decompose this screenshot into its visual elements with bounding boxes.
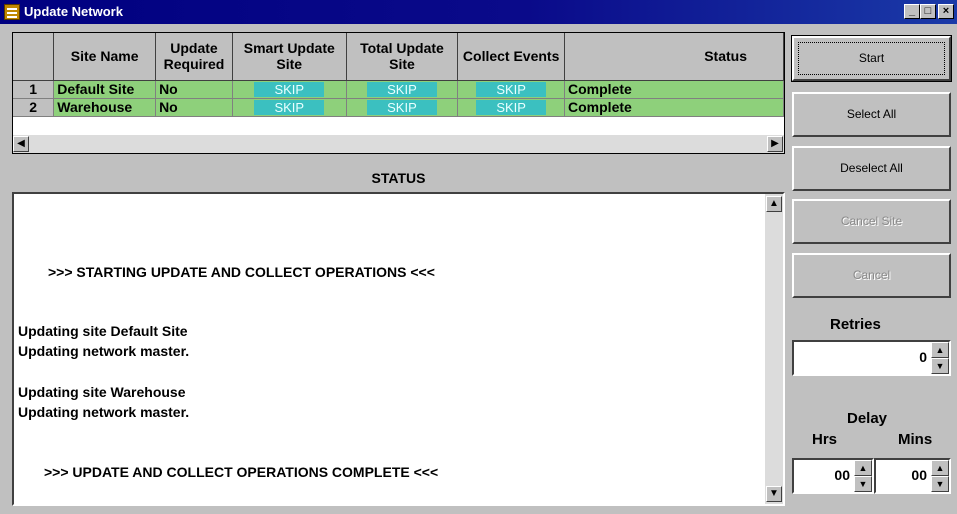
vertical-scrollbar[interactable]: ▲ ▼ [765, 194, 783, 504]
table-row[interactable]: 1 Default Site No SKIP SKIP SKIP Complet… [13, 80, 784, 99]
skip-button[interactable]: SKIP [366, 99, 437, 115]
decrement-icon[interactable]: ▼ [931, 358, 949, 374]
increment-icon[interactable]: ▲ [854, 460, 872, 476]
maximize-button[interactable]: □ [920, 4, 936, 19]
hrs-label: Hrs [812, 431, 838, 448]
sites-grid: Site Name Update Required Smart Update S… [12, 32, 785, 154]
status-cell[interactable]: Complete [564, 98, 784, 117]
window-title: Update Network [24, 4, 123, 19]
log-line: Updating network master. [18, 343, 190, 359]
log-line: >>> UPDATE AND COLLECT OPERATIONS COMPLE… [44, 464, 439, 480]
header-collect-events[interactable]: Collect Events [457, 33, 566, 81]
minimize-button[interactable]: _ [904, 4, 920, 19]
header-total-update[interactable]: Total Update Site [346, 33, 459, 81]
table-row[interactable]: 2 Warehouse No SKIP SKIP SKIP Complete [13, 98, 784, 117]
header-site-name[interactable]: Site Name [53, 33, 157, 81]
mins-label: Mins [898, 431, 933, 448]
retries-spinner[interactable]: 0 ▲ ▼ [792, 340, 951, 376]
skip-button[interactable]: SKIP [254, 81, 325, 97]
site-name-cell[interactable]: Warehouse [53, 98, 157, 117]
header-status[interactable]: Status [564, 33, 784, 81]
cancel-site-button[interactable]: Cancel Site [792, 199, 951, 244]
grid-header-row: Site Name Update Required Smart Update S… [13, 33, 784, 81]
skip-button[interactable]: SKIP [476, 99, 547, 115]
row-number[interactable]: 2 [13, 98, 55, 117]
total-update-cell[interactable]: SKIP [346, 80, 459, 99]
row-number[interactable]: 1 [13, 80, 55, 99]
header-smart-update[interactable]: Smart Update Site [232, 33, 347, 81]
scroll-left-icon[interactable]: ◀ [13, 136, 29, 152]
skip-button[interactable]: SKIP [366, 81, 437, 97]
update-required-cell[interactable]: No [155, 80, 233, 99]
minutes-value[interactable]: 00 [911, 467, 927, 483]
scroll-up-icon[interactable]: ▲ [766, 196, 782, 212]
log-line: Updating site Default Site [18, 323, 188, 339]
collect-events-cell[interactable]: SKIP [457, 98, 566, 117]
decrement-icon[interactable]: ▼ [931, 476, 949, 492]
update-network-window: Update Network _ □ × Site Name Update Re… [0, 0, 957, 514]
close-button[interactable]: × [938, 4, 954, 19]
retries-value[interactable]: 0 [919, 349, 927, 365]
spinner-arrows: ▲ ▼ [931, 342, 949, 374]
increment-icon[interactable]: ▲ [931, 460, 949, 476]
hours-value[interactable]: 00 [834, 467, 850, 483]
smart-update-cell[interactable]: SKIP [232, 98, 347, 117]
increment-icon[interactable]: ▲ [931, 342, 949, 358]
header-update-required[interactable]: Update Required [155, 33, 233, 81]
log-line: Updating network master. [18, 404, 190, 420]
spinner-arrows: ▲ ▼ [854, 460, 872, 492]
status-cell[interactable]: Complete [564, 80, 784, 99]
smart-update-cell[interactable]: SKIP [232, 80, 347, 99]
app-icon [4, 4, 20, 20]
decrement-icon[interactable]: ▼ [854, 476, 872, 492]
scroll-right-icon[interactable]: ▶ [767, 136, 783, 152]
collect-events-cell[interactable]: SKIP [457, 80, 566, 99]
status-heading: STATUS [371, 170, 426, 186]
start-button[interactable]: Start [791, 35, 952, 82]
delay-label: Delay [847, 410, 888, 427]
skip-button[interactable]: SKIP [476, 81, 547, 97]
site-name-cell[interactable]: Default Site [53, 80, 157, 99]
focus-ring [798, 42, 945, 75]
hours-spinner[interactable]: 00 ▲ ▼ [792, 458, 874, 494]
log-line: Updating site Warehouse [18, 384, 186, 400]
retries-label: Retries [830, 316, 881, 333]
horizontal-scrollbar[interactable]: ◀ ▶ [13, 135, 784, 153]
scroll-down-icon[interactable]: ▼ [766, 486, 782, 502]
minutes-spinner[interactable]: 00 ▲ ▼ [874, 458, 951, 494]
skip-button[interactable]: SKIP [254, 99, 325, 115]
update-required-cell[interactable]: No [155, 98, 233, 117]
log-line: >>> STARTING UPDATE AND COLLECT OPERATIO… [48, 264, 435, 280]
title-bar: Update Network _ □ × [0, 0, 957, 24]
deselect-all-button[interactable]: Deselect All [792, 146, 951, 191]
spinner-arrows: ▲ ▼ [931, 460, 949, 492]
select-all-button[interactable]: Select All [792, 92, 951, 137]
cancel-button[interactable]: Cancel [792, 253, 951, 298]
total-update-cell[interactable]: SKIP [346, 98, 459, 117]
corner-header [13, 33, 55, 81]
status-log[interactable]: >>> STARTING UPDATE AND COLLECT OPERATIO… [12, 192, 785, 506]
